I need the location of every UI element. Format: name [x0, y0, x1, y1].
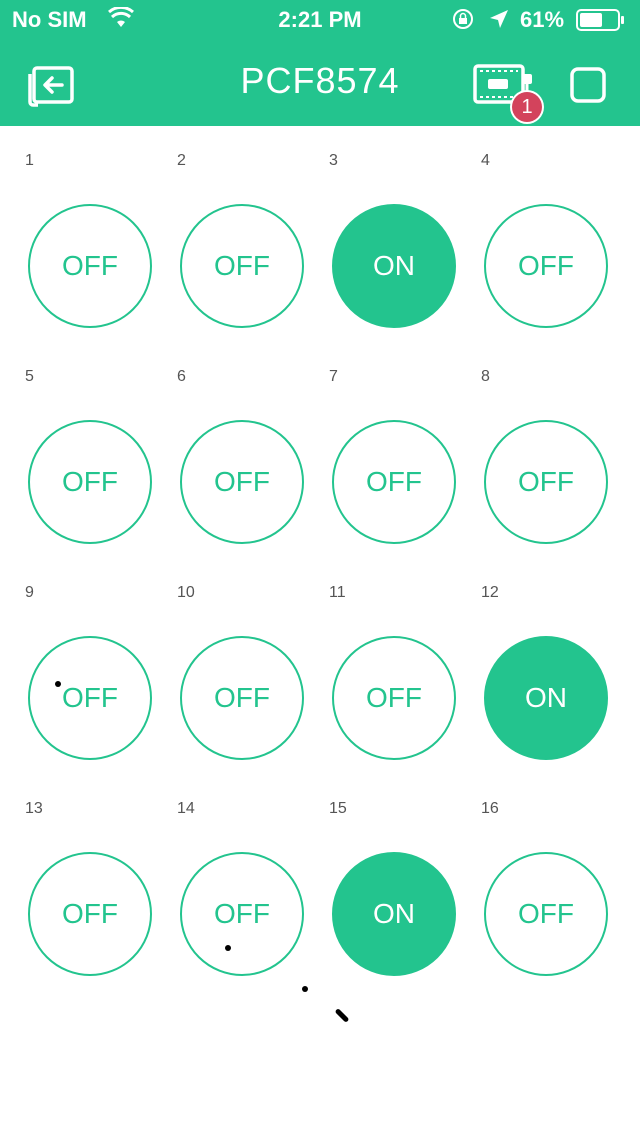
toggle-button[interactable]: OFF [484, 852, 608, 976]
toggle-button[interactable]: ON [332, 204, 456, 328]
button-cell: 3 ON [304, 126, 456, 342]
toggle-button[interactable]: OFF [332, 636, 456, 760]
button-cell: 7 OFF [304, 342, 456, 558]
button-cell: 14 OFF [152, 774, 304, 990]
button-cell: 1 OFF [0, 126, 152, 342]
pin-label: 3 [329, 152, 338, 169]
pin-label: 15 [329, 800, 347, 817]
pin-label: 6 [177, 368, 186, 385]
toggle-button[interactable]: OFF [180, 636, 304, 760]
page-title: PCF8574 [240, 60, 400, 101]
toggle-button[interactable]: OFF [332, 420, 456, 544]
battery-percent: 61% [520, 7, 565, 32]
button-cell: 2 OFF [152, 126, 304, 342]
button-grid: 1 OFF 2 OFF 3 ON 4 OFF 5 OFF 6 OFF 7 OFF 8 OFF 9 OFF 10 OFF… [0, 126, 640, 1006]
stop-icon[interactable] [570, 67, 606, 103]
toggle-button[interactable]: OFF [28, 852, 152, 976]
touch-mark [225, 945, 231, 951]
pin-label: 1 [25, 152, 34, 169]
location-arrow-icon [490, 10, 508, 28]
nav-bar: PCF8574 1 [0, 40, 640, 126]
touch-mark [334, 1008, 350, 1023]
toggle-button[interactable]: OFF [28, 204, 152, 328]
pin-label: 14 [177, 800, 195, 817]
button-cell: 8 OFF [456, 342, 608, 558]
toggle-button[interactable]: OFF [180, 852, 304, 976]
toggle-button[interactable]: OFF [484, 420, 608, 544]
button-cell: 9 OFF [0, 558, 152, 774]
toggle-button[interactable]: OFF [484, 204, 608, 328]
pin-label: 13 [25, 800, 43, 817]
toggle-button[interactable]: OFF [28, 420, 152, 544]
pin-label: 10 [177, 584, 195, 601]
button-cell: 15 ON [304, 774, 456, 990]
pin-label: 4 [481, 152, 490, 169]
toggle-button[interactable]: ON [484, 636, 608, 760]
toggle-button[interactable]: OFF [180, 204, 304, 328]
pin-label: 11 [329, 584, 346, 601]
toggle-button[interactable]: OFF [28, 636, 152, 760]
button-cell: 12 ON [456, 558, 608, 774]
button-cell: 5 OFF [0, 342, 152, 558]
touch-mark [55, 681, 61, 687]
pin-label: 7 [329, 368, 338, 385]
top-bar: No SIM 2:21 PM 61% PCF8574 1 [0, 0, 640, 126]
pin-label: 9 [25, 584, 34, 601]
notification-badge: 1 [512, 92, 542, 122]
button-cell: 13 OFF [0, 774, 152, 990]
pin-label: 2 [177, 152, 186, 169]
toggle-button[interactable]: OFF [180, 420, 304, 544]
pin-label: 16 [481, 800, 499, 817]
rotation-lock-icon [453, 9, 473, 29]
button-cell: 11 OFF [304, 558, 456, 774]
toggle-button[interactable]: ON [332, 852, 456, 976]
touch-mark [302, 986, 308, 992]
button-cell: 6 OFF [152, 342, 304, 558]
button-cell: 4 OFF [456, 126, 608, 342]
pin-label: 12 [481, 584, 499, 601]
status-bar: No SIM 2:21 PM 61% [0, 0, 640, 40]
button-cell: 16 OFF [456, 774, 608, 990]
pin-label: 8 [481, 368, 490, 385]
battery-icon [576, 9, 624, 31]
button-cell: 10 OFF [152, 558, 304, 774]
pin-label: 5 [25, 368, 34, 385]
